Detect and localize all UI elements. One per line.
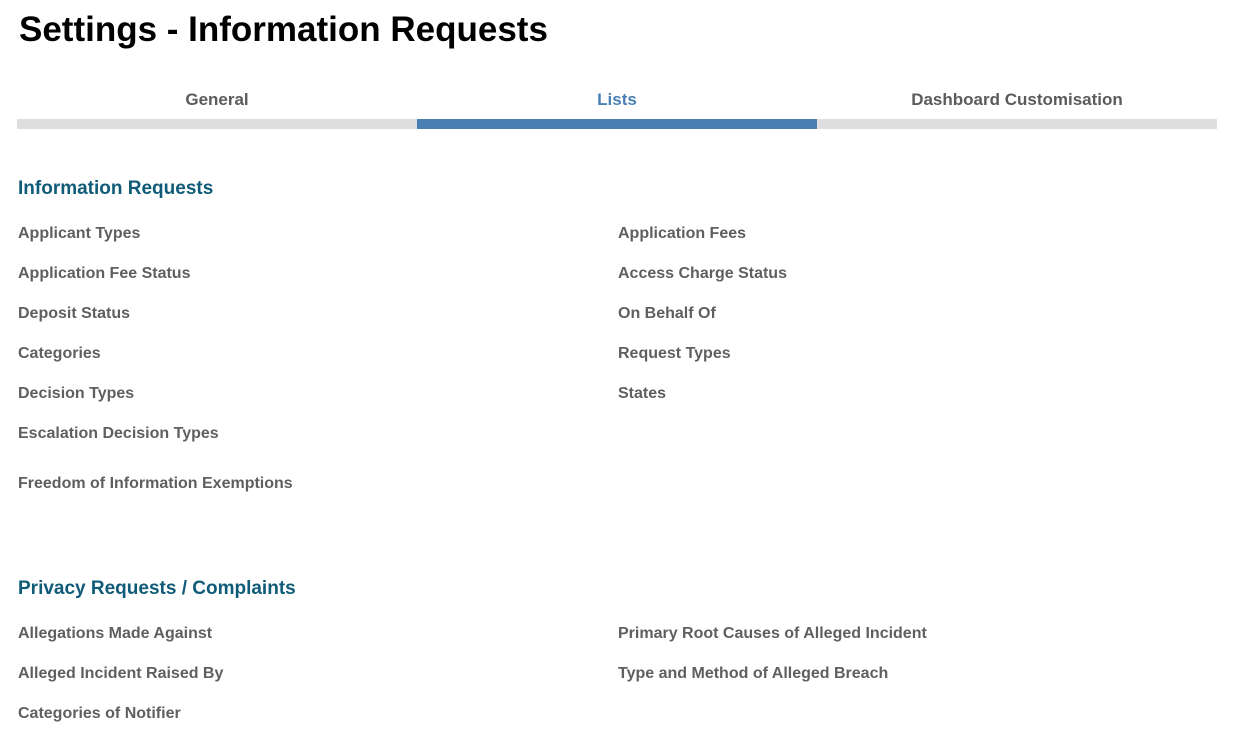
tab-lists-indicator [417,119,817,129]
tab-lists[interactable]: Lists [417,86,817,129]
privacy-requests-heading: Privacy Requests / Complaints [18,578,296,599]
link-application-fee-status[interactable]: Application Fee Status [18,264,190,284]
link-categories[interactable]: Categories [18,344,101,364]
link-application-fees[interactable]: Application Fees [618,224,746,244]
link-on-behalf-of[interactable]: On Behalf Of [618,304,716,324]
tab-dashboard-customisation-indicator [817,119,1217,129]
link-request-types[interactable]: Request Types [618,344,731,364]
page-title: Settings - Information Requests [19,10,548,49]
tab-lists-label: Lists [597,90,637,109]
tab-general[interactable]: General [17,86,417,129]
tab-bar: General Lists Dashboard Customisation [17,86,1217,129]
link-type-and-method-of-alleged-breach[interactable]: Type and Method of Alleged Breach [618,664,888,684]
link-allegations-made-against[interactable]: Allegations Made Against [18,624,212,644]
information-requests-heading: Information Requests [18,178,214,199]
tab-dashboard-customisation[interactable]: Dashboard Customisation [817,86,1217,129]
tab-general-label: General [185,90,249,109]
link-primary-root-causes[interactable]: Primary Root Causes of Alleged Incident [618,624,927,644]
link-alleged-incident-raised-by[interactable]: Alleged Incident Raised By [18,664,223,684]
tab-general-indicator [17,119,417,129]
link-categories-of-notifier[interactable]: Categories of Notifier [18,704,181,724]
link-applicant-types[interactable]: Applicant Types [18,224,140,244]
link-freedom-of-information-exemptions[interactable]: Freedom of Information Exemptions [18,474,293,494]
link-access-charge-status[interactable]: Access Charge Status [618,264,787,284]
link-states[interactable]: States [618,384,666,404]
link-decision-types[interactable]: Decision Types [18,384,134,404]
link-deposit-status[interactable]: Deposit Status [18,304,130,324]
tab-dashboard-customisation-label: Dashboard Customisation [911,90,1123,109]
link-escalation-decision-types[interactable]: Escalation Decision Types [18,424,219,444]
